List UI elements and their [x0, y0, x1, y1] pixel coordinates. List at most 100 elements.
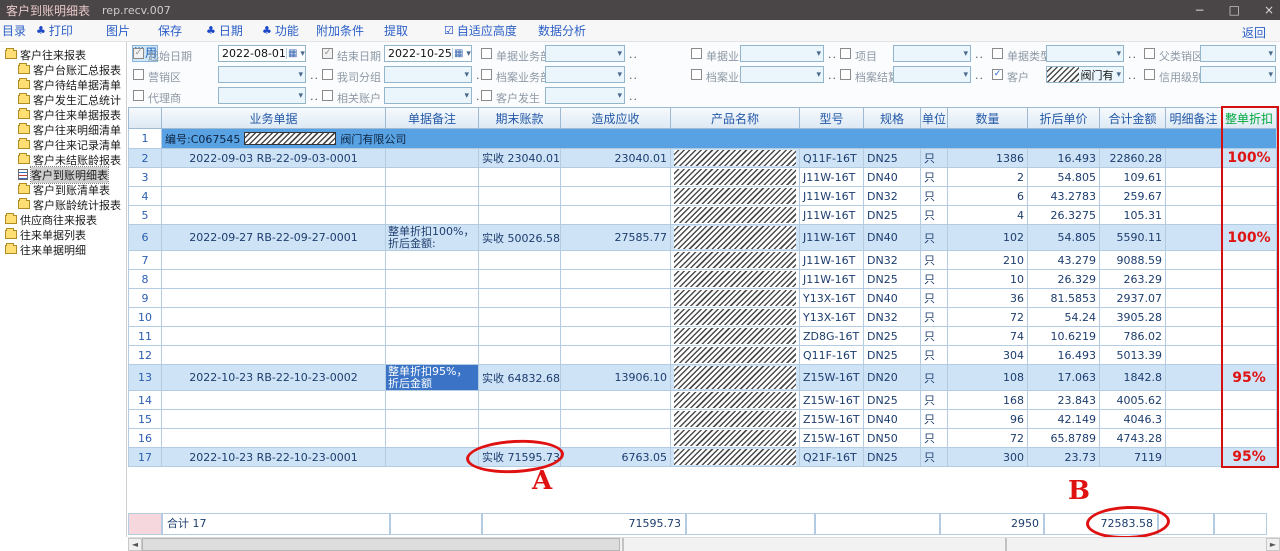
more-button-单据业务部[interactable]: .. [629, 48, 638, 61]
sidebar-item-往来单据明细[interactable]: 往来单据明细 [0, 242, 126, 257]
maximize-button[interactable]: □ [1229, 3, 1240, 17]
checkbox-我司分组[interactable] [322, 69, 333, 80]
table-row-15[interactable]: 15Z15W-16TDN40只9642.1494046.3 [128, 410, 1277, 429]
scroll-left-icon[interactable]: ◄ [128, 538, 142, 551]
table-row-4[interactable]: 4J11W-16TDN32只643.2783259.67 [128, 187, 1277, 206]
menu-保存[interactable]: 保存 [158, 22, 182, 39]
filter-field-项目[interactable]: ▾ [893, 45, 971, 62]
checkbox-结束日期[interactable]: ✓ [322, 48, 333, 59]
filter-field-起始日期[interactable]: 2022-08-01▦▾ [218, 45, 306, 62]
table-row-10[interactable]: 10Y13X-16TDN32只7254.243905.28 [128, 308, 1277, 327]
menu-日期[interactable]: ♣日期 [206, 22, 243, 39]
sidebar-item-客户待结单据清单[interactable]: 客户待结单据清单 [0, 77, 126, 92]
horizontal-scrollbar[interactable]: ◄ ► [128, 537, 1280, 551]
column-header-规格[interactable]: 规格 [864, 107, 921, 129]
filter-field-单据类型[interactable]: ▾ [1046, 45, 1124, 62]
filter-field-档案业务部[interactable]: ▾ [545, 66, 625, 83]
table-row-8[interactable]: 8J11W-16TDN25只1026.329263.29 [128, 270, 1277, 289]
scroll-right-icon[interactable]: ► [1266, 538, 1280, 551]
sidebar-item-客户往来报表[interactable]: 客户往来报表 [0, 47, 126, 62]
table-row-12[interactable]: 12Q11F-16TDN25只30416.4935013.39 [128, 346, 1277, 365]
column-header-折后单价[interactable]: 折后单价 [1028, 107, 1100, 129]
column-header-期末账款[interactable]: 期末账款 [479, 107, 561, 129]
sidebar-item-客户发生汇总统计[interactable]: 客户发生汇总统计 [0, 92, 126, 107]
filter-field-单据业务部[interactable]: ▾ [545, 45, 625, 62]
menu-return[interactable]: 返回 [1242, 24, 1266, 41]
column-header-单据备注[interactable]: 单据备注 [386, 107, 479, 129]
column-header-业务单据[interactable]: 业务单据 [162, 107, 386, 129]
table-row-5[interactable]: 5J11W-16TDN25只426.3275105.31 [128, 206, 1277, 225]
scrollbar-thumb[interactable] [142, 538, 620, 551]
customer-row[interactable]: 1编号:C067545阀门有限公司 [128, 129, 1277, 149]
sidebar-item-客户账龄统计报表[interactable]: 客户账龄统计报表 [0, 197, 126, 212]
column-header-单位[interactable]: 单位 [921, 107, 948, 129]
table-row-17[interactable]: 172022-10-23 RB-22-10-23-0001实收 71595.73… [128, 448, 1277, 467]
checkbox-信用级别[interactable] [1144, 69, 1155, 80]
filter-field-单据业务员[interactable]: ▾ [740, 45, 824, 62]
menu-图片[interactable]: 图片 [106, 22, 130, 39]
column-header-型号[interactable]: 型号 [800, 107, 864, 129]
filter-field-我司分组[interactable]: ▾ [384, 66, 472, 83]
column-header-数量[interactable]: 数量 [948, 107, 1028, 129]
filter-field-父类销区[interactable]: ▾ [1200, 45, 1276, 62]
checkbox-档案业务员[interactable] [691, 69, 702, 80]
filter-field-营销区[interactable]: ▾ [218, 66, 306, 83]
checkbox-档案业务部[interactable] [481, 69, 492, 80]
table-row-11[interactable]: 11ZD8G-16TDN25只7410.6219786.02 [128, 327, 1277, 346]
menu-打印[interactable]: ♣打印 [36, 22, 73, 39]
filter-field-代理商[interactable]: ▾ [218, 87, 306, 104]
filter-field-档案业务员[interactable]: ▾ [740, 66, 824, 83]
table-row-7[interactable]: 7J11W-16TDN32只21043.2799088.59 [128, 251, 1277, 270]
filter-field-相关账户[interactable]: ▾ [384, 87, 472, 104]
checkbox-单据业务员[interactable] [691, 48, 702, 59]
sidebar-item-客户往来明细清单[interactable]: 客户往来明细清单 [0, 122, 126, 137]
sidebar-item-客户台账汇总报表[interactable]: 客户台账汇总报表 [0, 62, 126, 77]
sidebar-item-客户往来记录清单[interactable]: 客户往来记录清单 [0, 137, 126, 152]
checkbox-客户发生[interactable] [481, 90, 492, 101]
column-header-seq[interactable] [128, 107, 162, 129]
filter-field-档案结算[interactable]: ▾ [893, 66, 971, 83]
table-row-2[interactable]: 22022-09-03 RB-22-09-03-0001实收 23040.012… [128, 149, 1277, 168]
table-row-9[interactable]: 9Y13X-16TDN40只3681.58532937.07 [128, 289, 1277, 308]
checkbox-营销区[interactable] [133, 69, 144, 80]
more-button-档案业务员[interactable]: .. [828, 69, 837, 82]
column-header-合计金额[interactable]: 合计金额 [1100, 107, 1166, 129]
more-button-单据类型[interactable]: .. [1128, 48, 1137, 61]
menu-目录[interactable]: 目录 [2, 22, 26, 39]
filter-field-结束日期[interactable]: 2022-10-25▦▾ [384, 45, 472, 62]
column-header-造成应收[interactable]: 造成应收 [561, 107, 671, 129]
more-button-客户发生[interactable]: .. [629, 90, 638, 103]
filter-field-信用级别[interactable]: ▾ [1200, 66, 1276, 83]
checkbox-项目[interactable] [840, 48, 851, 59]
minimize-button[interactable]: − [1195, 3, 1205, 17]
table-row-6[interactable]: 62022-09-27 RB-22-09-27-0001整单折扣100%，折后金… [128, 225, 1277, 251]
table-row-13[interactable]: 132022-10-23 RB-22-10-23-0002整单折扣95%，折后金… [128, 365, 1277, 391]
checkbox-代理商[interactable] [133, 90, 144, 101]
sidebar-item-客户未结账龄报表[interactable]: 客户未结账龄报表 [0, 152, 126, 167]
filter-field-客户发生[interactable]: ▾ [545, 87, 625, 104]
checkbox-父类销区[interactable] [1144, 48, 1155, 59]
checkbox-相关账户[interactable] [322, 90, 333, 101]
sidebar-item-客户到账明细表[interactable]: 客户到账明细表 [0, 167, 126, 182]
sidebar-item-往来单据列表[interactable]: 往来单据列表 [0, 227, 126, 242]
menu-功能[interactable]: ♣功能 [262, 22, 299, 39]
close-button[interactable]: × [1264, 3, 1274, 17]
column-header-整单折扣[interactable]: 整单折扣 [1222, 107, 1277, 129]
checkbox-单据业务部[interactable] [481, 48, 492, 59]
sidebar-item-客户往来单据报表[interactable]: 客户往来单据报表 [0, 107, 126, 122]
more-button-营销区[interactable]: .. [310, 69, 319, 82]
menu-自适应高度[interactable]: ☑自适应高度 [444, 22, 517, 39]
column-header-明细备注[interactable]: 明细备注 [1166, 107, 1222, 129]
more-button-代理商[interactable]: .. [310, 90, 319, 103]
more-button-档案结算[interactable]: .. [975, 69, 984, 82]
more-button-单据业务员[interactable]: .. [828, 48, 837, 61]
more-button-档案业务部[interactable]: .. [629, 69, 638, 82]
checkbox-档案结算[interactable] [840, 69, 851, 80]
table-row-14[interactable]: 14Z15W-16TDN25只16823.8434005.62 [128, 391, 1277, 410]
table-row-16[interactable]: 16Z15W-16TDN50只7265.87894743.28 [128, 429, 1277, 448]
sidebar-item-供应商往来报表[interactable]: 供应商往来报表 [0, 212, 126, 227]
more-button-项目[interactable]: .. [975, 48, 984, 61]
sidebar-item-客户到账清单表[interactable]: 客户到账清单表 [0, 182, 126, 197]
checkbox-起始日期[interactable]: ✓ [133, 48, 144, 59]
checkbox-客户[interactable]: ✓ [992, 69, 1003, 80]
